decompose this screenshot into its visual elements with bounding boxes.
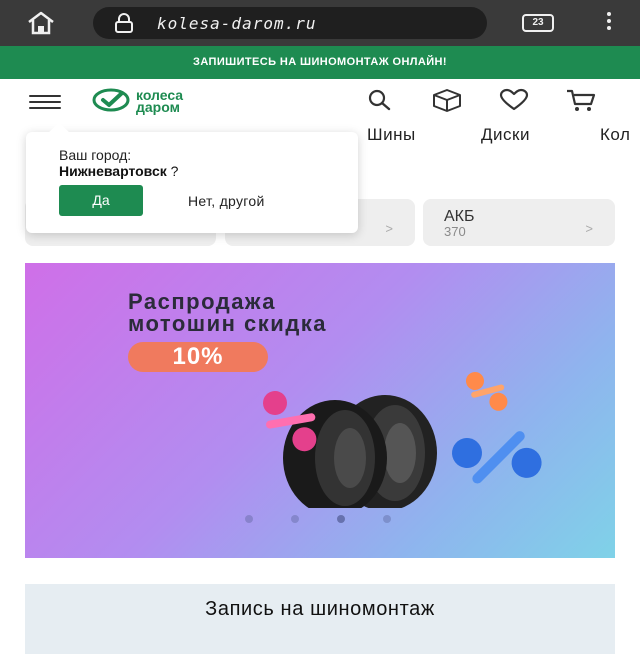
slider-pagination[interactable] <box>245 515 395 525</box>
city-name: Нижневартовск <box>59 163 167 179</box>
browser-toolbar: kolesa-darom.ru 23 <box>0 0 640 46</box>
logo-text-line2: даром <box>136 99 180 115</box>
banner-title-line2: мотошин скидка <box>128 311 328 336</box>
tab-more[interactable]: Кол <box>600 125 630 145</box>
address-bar[interactable]: kolesa-darom.ru <box>93 7 487 39</box>
category-card-count: 370 <box>444 224 466 239</box>
orange-percent-balloon <box>466 372 508 411</box>
slider-dot[interactable] <box>383 515 391 523</box>
site-logo[interactable]: колеса даром <box>92 86 232 114</box>
home-icon[interactable] <box>24 11 58 35</box>
popup-arrow <box>49 122 69 142</box>
slider-dot[interactable] <box>291 515 299 523</box>
lock-icon <box>115 13 133 33</box>
blue-percent-balloon <box>452 431 542 484</box>
browser-menu-icon[interactable] <box>604 12 614 34</box>
tab-tyres[interactable]: Шины <box>367 125 416 145</box>
city-label: Ваш город: <box>59 147 132 163</box>
tab-wheels[interactable]: Диски <box>481 125 530 145</box>
category-card-batteries[interactable]: АКБ 370 > <box>423 199 615 246</box>
logo-check-icon <box>92 88 130 112</box>
slider-dot[interactable] <box>337 515 345 523</box>
cart-icon[interactable] <box>565 88 597 112</box>
chevron-right-icon: > <box>385 221 393 236</box>
tab-switcher-button[interactable]: 23 <box>522 14 554 32</box>
motorcycle-tyres-image <box>263 372 542 508</box>
change-city-button[interactable]: Нет, другой <box>188 193 265 209</box>
promo-banner-link[interactable]: ЗАПИШИТЕСЬ НА ШИНОМОНТАЖ ОНЛАЙН! <box>0 46 640 79</box>
banner-title-line1: Распродажа <box>128 289 277 314</box>
city-question: Нижневартовск ? <box>59 163 178 179</box>
search-icon[interactable] <box>364 88 396 112</box>
menu-icon[interactable] <box>29 95 61 109</box>
slider-dot[interactable] <box>245 515 253 523</box>
chevron-right-icon: > <box>585 221 593 236</box>
signup-title: Запись на шиномонтаж <box>205 598 435 620</box>
city-confirm-popup: Ваш город: Нижневартовск ? Да Нет, друго… <box>26 122 358 233</box>
url-text[interactable]: kolesa-darom.ru <box>157 14 317 33</box>
question-mark: ? <box>166 163 179 179</box>
box-icon[interactable] <box>431 88 463 112</box>
confirm-city-button[interactable]: Да <box>59 185 143 216</box>
tyre-service-signup-card[interactable]: Запись на шиномонтаж <box>25 584 615 654</box>
heart-icon[interactable] <box>498 88 530 112</box>
promo-slider-banner[interactable]: Распродажа мотошин скидка 10% <box>25 263 615 558</box>
